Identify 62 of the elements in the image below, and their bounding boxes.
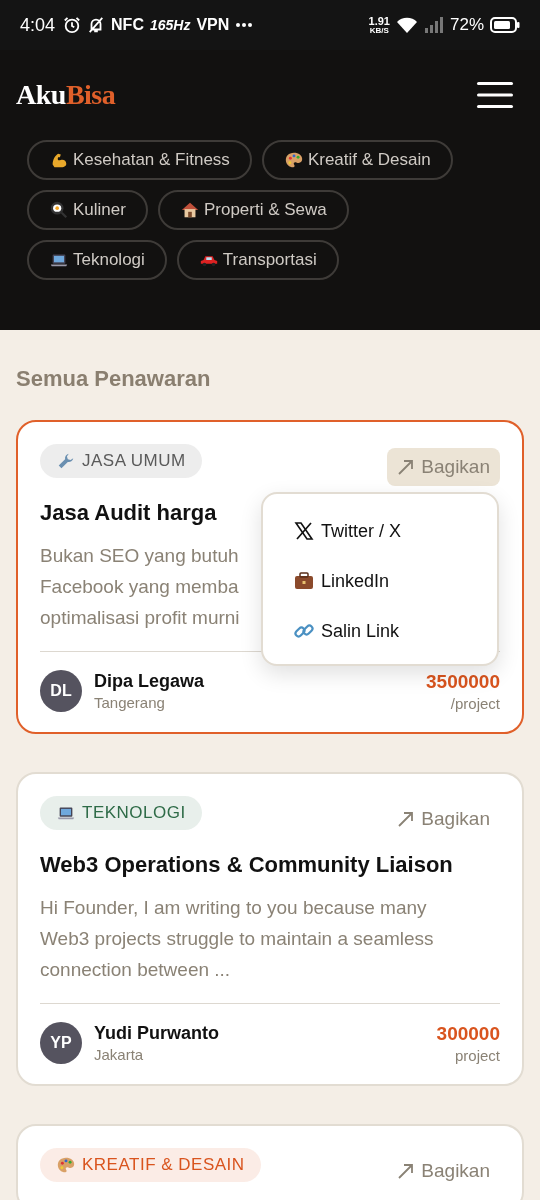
- price: 3500000: [426, 670, 500, 693]
- alarm-icon: [63, 16, 82, 34]
- category-chip[interactable]: Properti & Sewa: [157, 190, 349, 230]
- nfc-indicator: NFC: [111, 16, 144, 34]
- arrow-icon: [397, 810, 416, 828]
- arrow-icon: [397, 458, 416, 476]
- price-unit: project: [453, 1046, 500, 1064]
- battery-level: 72%: [449, 15, 484, 35]
- arrow-icon: [397, 1162, 416, 1180]
- price-unit: /project: [449, 694, 500, 712]
- description-text: Web3 projects struggle to maintain a seamless: [40, 927, 434, 951]
- author-location: Tangerang: [94, 694, 166, 711]
- category-chip[interactable]: Transportasi: [176, 240, 339, 280]
- offer-title: Web3 Operations & Community Liaison: [40, 852, 454, 878]
- description-text: optimalisasi profit murni: [40, 606, 240, 630]
- logo[interactable]: AkuBisa: [16, 79, 116, 111]
- menu-icon: [476, 81, 514, 109]
- muted-bell-icon: [87, 16, 106, 34]
- description-text: connection between ...: [40, 958, 231, 982]
- description-text: Facebook yang memba: [40, 575, 239, 599]
- avatar: DL: [40, 670, 82, 712]
- author-name: Yudi Purwanto: [94, 1023, 220, 1044]
- battery-icon: [490, 17, 520, 33]
- network-speed: 1.91: [368, 15, 390, 27]
- menu-button[interactable]: [476, 81, 514, 109]
- section-title: Semua Penawaran: [16, 366, 212, 392]
- house-icon: [179, 200, 200, 220]
- refresh-rate: 165Hz: [149, 17, 191, 33]
- palette-icon: [56, 1155, 76, 1175]
- wifi-icon: [395, 16, 418, 34]
- share-button[interactable]: Bagikan: [387, 800, 500, 838]
- frying-pan-icon: [49, 200, 69, 220]
- share-option[interactable]: Twitter / X: [293, 506, 497, 556]
- description-text: Hi Founder, I am writing to you because many: [40, 896, 427, 920]
- vpn-indicator: VPN: [196, 16, 230, 34]
- share-option[interactable]: LinkedIn: [293, 556, 497, 606]
- offer-card[interactable]: [16, 772, 524, 1086]
- signal-icon: [423, 16, 444, 34]
- offer-card[interactable]: JASA UMUM Bagikan Jasa Audit harga Bukan SEO yang butuh Facebook yang memba optimalisasi profit murni DL Dipa Legawa Tangerang 3500000 /project Twitter / X LinkedIn Salin Link: [16, 420, 524, 734]
- offer-card[interactable]: KREATIF & DESAIN Bagikan: [16, 1124, 524, 1200]
- category-tag: TEKNOLOGI: [40, 796, 202, 830]
- wrench-icon: [56, 451, 76, 471]
- offer-title: Jasa Audit harga: [40, 500, 218, 526]
- palette-icon: [283, 150, 304, 170]
- category-chip[interactable]: Kuliner: [27, 190, 148, 230]
- category-chip[interactable]: Kreatif & Desain: [261, 140, 453, 180]
- share-option[interactable]: Salin Link: [293, 606, 497, 656]
- category-chip[interactable]: Teknologi: [27, 240, 167, 280]
- category-tag: JASA UMUM: [40, 444, 202, 478]
- briefcase-icon: [293, 570, 315, 592]
- more-icon: [235, 22, 254, 28]
- share-button[interactable]: Bagikan: [387, 1152, 500, 1190]
- clock-time: 4:04: [20, 14, 56, 36]
- category-chip[interactable]: Kesehatan & Fitness: [27, 140, 252, 180]
- price: 300000: [436, 1022, 500, 1045]
- description-text: Bukan SEO yang butuh: [40, 544, 239, 568]
- speed-unit: KB/S: [369, 26, 389, 35]
- author-location: Jakarta: [94, 1046, 145, 1063]
- avatar: YP: [40, 1022, 82, 1064]
- x-logo-icon: [293, 520, 315, 542]
- category-tag: KREATIF & DESAIN: [40, 1148, 261, 1182]
- author-name: Dipa Legawa: [94, 671, 206, 692]
